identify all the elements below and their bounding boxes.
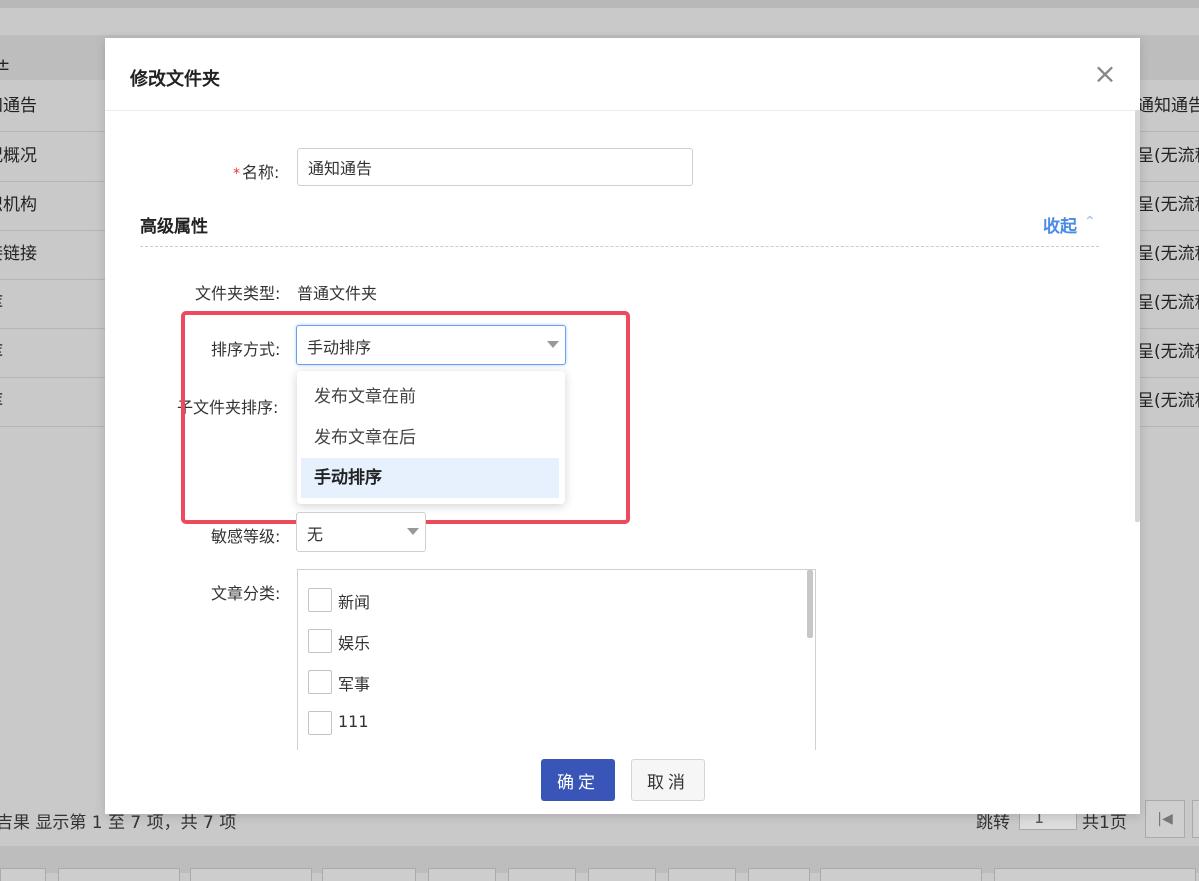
category-name: 娱乐	[338, 634, 371, 653]
background-row: 呈(无流程	[1140, 230, 1199, 280]
dialog-scrollbar[interactable]	[1135, 110, 1140, 522]
background-row: 织机构	[0, 181, 105, 231]
category-checkbox[interactable]	[308, 670, 332, 694]
name-label-text: 名称:	[242, 163, 280, 182]
background-row: 知通告	[0, 82, 105, 132]
sensitivity-value: 无	[307, 525, 324, 544]
folder-type-value: 普通文件夹	[297, 284, 378, 303]
background-row: 呈(无流程	[1140, 132, 1199, 182]
background-row: 呈(无流程	[1140, 279, 1199, 329]
sensitivity-select[interactable]: 无	[296, 512, 426, 552]
name-label: * 名称:	[233, 159, 279, 183]
edit-folder-dialog: 修改文件夹 × *名称: 高级属性 收起 ⌃ 文件夹类型: 普通文件夹 排序方式…	[105, 38, 1140, 814]
background-table-left-column: ± 知通告 况概况 织机构 接链接 库 库 库	[0, 8, 105, 428]
cancel-button[interactable]: 取消	[631, 759, 705, 801]
background-tab	[322, 868, 416, 881]
background-row: 接链接	[0, 230, 105, 280]
dialog-title: 修改文件夹	[130, 69, 220, 90]
background-row: 况概况	[0, 132, 105, 182]
category-name: 新闻	[338, 593, 371, 612]
background-row: 库	[0, 328, 105, 378]
background-tab	[190, 868, 312, 881]
sensitivity-label: 敏感等级:	[211, 527, 281, 546]
first-page-icon: |◀	[1145, 800, 1185, 838]
category-name: 111	[338, 712, 369, 731]
name-input[interactable]	[297, 148, 693, 186]
background-tab	[994, 868, 1196, 881]
advanced-properties-title: 高级属性	[140, 217, 208, 237]
background-tab	[58, 868, 180, 881]
background-tab	[820, 868, 982, 881]
prev-page-icon	[1192, 800, 1199, 838]
category-checkbox[interactable]	[308, 629, 332, 653]
collapse-link[interactable]: 收起	[1043, 212, 1077, 237]
background-tab	[0, 868, 46, 881]
category-checkbox-list[interactable]: 新闻 娱乐 军事 111	[297, 569, 816, 750]
category-label: 文章分类:	[211, 584, 281, 603]
section-divider	[140, 246, 1099, 247]
dialog-header: 修改文件夹 ×	[105, 38, 1140, 111]
category-checkbox[interactable]	[308, 588, 332, 612]
category-checkbox[interactable]	[308, 711, 332, 735]
background-row: 呈(无流程	[1140, 328, 1199, 378]
highlight-annotation-box	[181, 311, 630, 524]
background-tab	[428, 868, 496, 881]
background-row: 通知通告	[1140, 82, 1199, 132]
required-mark: *	[233, 166, 240, 182]
category-list-scrollbar[interactable]	[807, 570, 813, 638]
close-icon[interactable]: ×	[1091, 60, 1119, 88]
background-row: 库	[0, 279, 105, 329]
background-bottom-bar	[0, 846, 1199, 881]
background-tab	[668, 868, 736, 881]
chevron-up-icon[interactable]: ⌃	[1084, 214, 1096, 230]
background-tab	[508, 868, 576, 881]
background-top-bar	[0, 0, 1199, 8]
confirm-button[interactable]: 确定	[541, 759, 615, 801]
background-table-right-column: 通知通告 呈(无流程 呈(无流程 呈(无流程 呈(无流程 呈(无流程 呈(无流程	[1140, 8, 1199, 428]
background-row: 呈(无流程	[1140, 377, 1199, 427]
background-header-mark: ±	[0, 55, 11, 75]
background-row: 呈(无流程	[1140, 181, 1199, 231]
chevron-down-icon	[407, 528, 419, 535]
background-tab	[588, 868, 656, 881]
category-name: 军事	[338, 675, 371, 694]
background-row: 库	[0, 377, 105, 427]
folder-type-label: 文件夹类型:	[195, 284, 281, 303]
background-tab	[748, 868, 810, 881]
